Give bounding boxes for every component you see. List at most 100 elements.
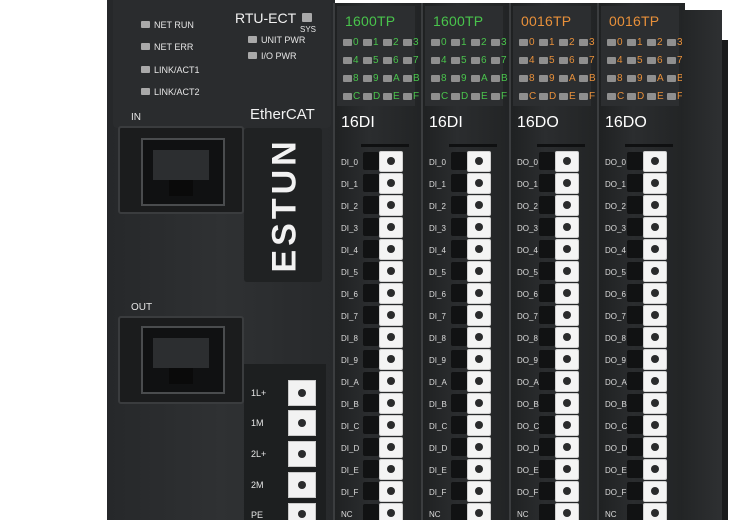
terminal-3[interactable] xyxy=(643,195,667,216)
terminal-9[interactable] xyxy=(379,327,403,348)
channel-label: DO_E xyxy=(605,466,627,475)
terminal-11[interactable] xyxy=(467,371,491,392)
terminal-8[interactable] xyxy=(379,305,403,326)
terminal-4[interactable] xyxy=(643,217,667,238)
terminal-15[interactable] xyxy=(555,459,579,480)
terminal-15[interactable] xyxy=(379,459,403,480)
wire-entry-slot xyxy=(451,306,467,324)
coupler-model: RTU-ECT xyxy=(235,10,297,26)
terminal-1[interactable] xyxy=(467,151,491,172)
terminal-10[interactable] xyxy=(555,349,579,370)
terminal-6[interactable] xyxy=(467,261,491,282)
channel-led-icon xyxy=(431,57,440,64)
terminal-6[interactable] xyxy=(379,261,403,282)
terminal-17[interactable] xyxy=(467,503,491,520)
terminal-11[interactable] xyxy=(643,371,667,392)
wire-entry-slot xyxy=(451,394,467,412)
terminal-6[interactable] xyxy=(643,261,667,282)
terminal-4[interactable] xyxy=(555,217,579,238)
terminal-1[interactable] xyxy=(643,151,667,172)
channel-label: DI_9 xyxy=(429,356,446,365)
terminal-14[interactable] xyxy=(379,437,403,458)
link-act2-label: LINK/ACT2 xyxy=(154,87,200,97)
terminal-10[interactable] xyxy=(379,349,403,370)
wire-entry-slot xyxy=(539,284,555,302)
terminal-2[interactable] xyxy=(467,173,491,194)
terminal-9[interactable] xyxy=(467,327,491,348)
terminal-12[interactable] xyxy=(643,393,667,414)
channel-led-label: F xyxy=(501,91,508,102)
release-lever-icon xyxy=(563,421,571,429)
terminal-17[interactable] xyxy=(643,503,667,520)
terminal-3[interactable] xyxy=(555,195,579,216)
terminal-8[interactable] xyxy=(643,305,667,326)
terminal-17[interactable] xyxy=(555,503,579,520)
terminal-13[interactable] xyxy=(643,415,667,436)
brand-logo: ESTUN xyxy=(265,137,304,273)
terminal-16[interactable] xyxy=(467,481,491,502)
channel-label: DI_2 xyxy=(341,202,358,211)
terminal-13[interactable] xyxy=(555,415,579,436)
terminal-1[interactable] xyxy=(379,151,403,172)
terminal-16[interactable] xyxy=(555,481,579,502)
terminal-8[interactable] xyxy=(555,305,579,326)
channel-label: DO_9 xyxy=(517,356,538,365)
terminal-5[interactable] xyxy=(643,239,667,260)
terminal-14[interactable] xyxy=(555,437,579,458)
terminal-14[interactable] xyxy=(467,437,491,458)
terminal-12[interactable] xyxy=(379,393,403,414)
channel-led-icon xyxy=(559,93,568,100)
terminal-9[interactable] xyxy=(643,327,667,348)
power-terminal-1[interactable] xyxy=(288,380,316,406)
terminal-15[interactable] xyxy=(643,459,667,480)
terminal-10[interactable] xyxy=(467,349,491,370)
release-lever-icon xyxy=(651,289,659,297)
ethernet-out-port-icon[interactable] xyxy=(141,326,225,394)
terminal-7[interactable] xyxy=(555,283,579,304)
release-lever-icon xyxy=(387,289,395,297)
channel-led-icon xyxy=(431,39,440,46)
terminal-16[interactable] xyxy=(379,481,403,502)
channel-label: DI_D xyxy=(429,444,448,453)
terminal-5[interactable] xyxy=(555,239,579,260)
terminal-14[interactable] xyxy=(643,437,667,458)
power-terminal-4[interactable] xyxy=(288,472,316,498)
terminal-6[interactable] xyxy=(555,261,579,282)
terminal-3[interactable] xyxy=(467,195,491,216)
terminal-16[interactable] xyxy=(643,481,667,502)
terminal-8[interactable] xyxy=(467,305,491,326)
terminal-13[interactable] xyxy=(467,415,491,436)
terminal-12[interactable] xyxy=(467,393,491,414)
channel-led-icon xyxy=(451,75,460,82)
terminal-1[interactable] xyxy=(555,151,579,172)
terminal-11[interactable] xyxy=(555,371,579,392)
terminal-5[interactable] xyxy=(467,239,491,260)
power-terminal-2[interactable] xyxy=(288,410,316,436)
channel-led-icon xyxy=(607,75,616,82)
terminal-7[interactable] xyxy=(379,283,403,304)
channel-label: DI_A xyxy=(341,378,359,387)
terminal-2[interactable] xyxy=(643,173,667,194)
terminal-2[interactable] xyxy=(379,173,403,194)
terminal-5[interactable] xyxy=(379,239,403,260)
terminal-17[interactable] xyxy=(379,503,403,520)
power-terminal-5[interactable] xyxy=(288,503,316,520)
terminal-15[interactable] xyxy=(467,459,491,480)
terminal-9[interactable] xyxy=(555,327,579,348)
port-in-label: IN xyxy=(131,112,141,123)
ethernet-in-port-icon[interactable] xyxy=(141,138,225,206)
terminal-10[interactable] xyxy=(643,349,667,370)
release-lever-icon xyxy=(475,421,483,429)
terminal-12[interactable] xyxy=(555,393,579,414)
terminal-7[interactable] xyxy=(467,283,491,304)
terminal-13[interactable] xyxy=(379,415,403,436)
terminal-3[interactable] xyxy=(379,195,403,216)
terminal-7[interactable] xyxy=(643,283,667,304)
terminal-4[interactable] xyxy=(379,217,403,238)
channel-led-icon xyxy=(667,57,676,64)
power-terminal-3[interactable] xyxy=(288,441,316,467)
terminal-4[interactable] xyxy=(467,217,491,238)
terminal-2[interactable] xyxy=(555,173,579,194)
release-lever-icon xyxy=(563,509,571,517)
terminal-11[interactable] xyxy=(379,371,403,392)
